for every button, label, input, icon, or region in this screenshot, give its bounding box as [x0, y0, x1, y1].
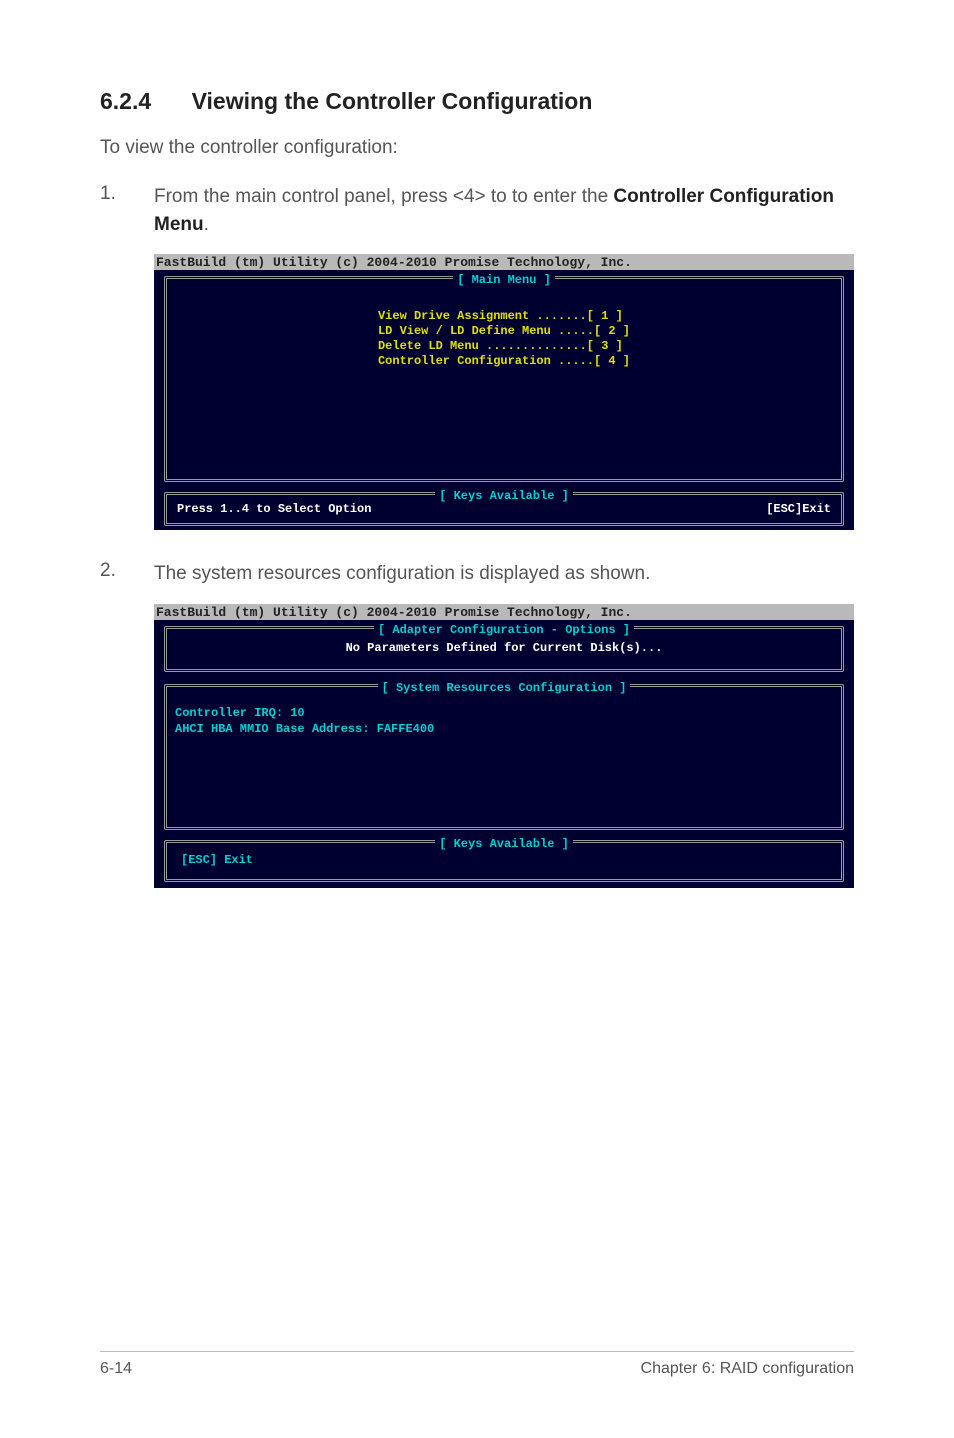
keys-available-box-2: [ Keys Available ] [ESC] Exit [164, 840, 844, 882]
adapter-options-box: [ Adapter Configuration - Options ] No P… [164, 626, 844, 672]
section-heading: 6.2.4 Viewing the Controller Configurati… [100, 88, 854, 115]
page-footer: 6-14 Chapter 6: RAID configuration [100, 1351, 854, 1378]
system-resources-box: [ System Resources Configuration ] Contr… [164, 684, 844, 830]
terminal2-header: FastBuild (tm) Utility (c) 2004-2010 Pro… [154, 604, 854, 620]
terminal-screenshot-1: FastBuild (tm) Utility (c) 2004-2010 Pro… [154, 254, 854, 530]
step-2-number: 2. [100, 560, 154, 588]
adapter-options-title: [ Adapter Configuration - Options ] [374, 623, 634, 637]
keys-available-box-1: [ Keys Available ] Press 1..4 to Select … [164, 492, 844, 526]
step-1-text: From the main control panel, press <4> t… [154, 183, 854, 238]
keys-title-1: [ Keys Available ] [435, 489, 573, 503]
step-1-pre: From the main control panel, press <4> t… [154, 186, 613, 207]
keys-title-2: [ Keys Available ] [435, 837, 573, 851]
intro-text: To view the controller configuration: [100, 137, 854, 159]
page-number: 6-14 [100, 1360, 132, 1378]
adapter-options-text: No Parameters Defined for Current Disk(s… [167, 641, 841, 655]
keys-right-text: [ESC]Exit [766, 502, 831, 516]
step-2: 2. The system resources configuration is… [100, 560, 854, 588]
step-2-text: The system resources configuration is di… [154, 560, 650, 588]
system-resources-title: [ System Resources Configuration ] [378, 681, 631, 695]
keys-left-text: Press 1..4 to Select Option [177, 502, 371, 516]
main-menu-items: View Drive Assignment .......[ 1 ] LD Vi… [378, 309, 630, 369]
section-title: Viewing the Controller Configuration [192, 88, 593, 114]
terminal1-header: FastBuild (tm) Utility (c) 2004-2010 Pro… [154, 254, 854, 270]
step-1: 1. From the main control panel, press <4… [100, 183, 854, 238]
step-1-number: 1. [100, 183, 154, 238]
chapter-label: Chapter 6: RAID configuration [641, 1360, 854, 1378]
system-resources-text: Controller IRQ: 10 AHCI HBA MMIO Base Ad… [167, 705, 841, 737]
main-menu-box: [ Main Menu ] View Drive Assignment ....… [164, 276, 844, 482]
section-number: 6.2.4 [100, 88, 151, 114]
main-menu-title: [ Main Menu ] [453, 273, 555, 287]
step-1-post: . [204, 214, 209, 235]
terminal-screenshot-2: FastBuild (tm) Utility (c) 2004-2010 Pro… [154, 604, 854, 888]
